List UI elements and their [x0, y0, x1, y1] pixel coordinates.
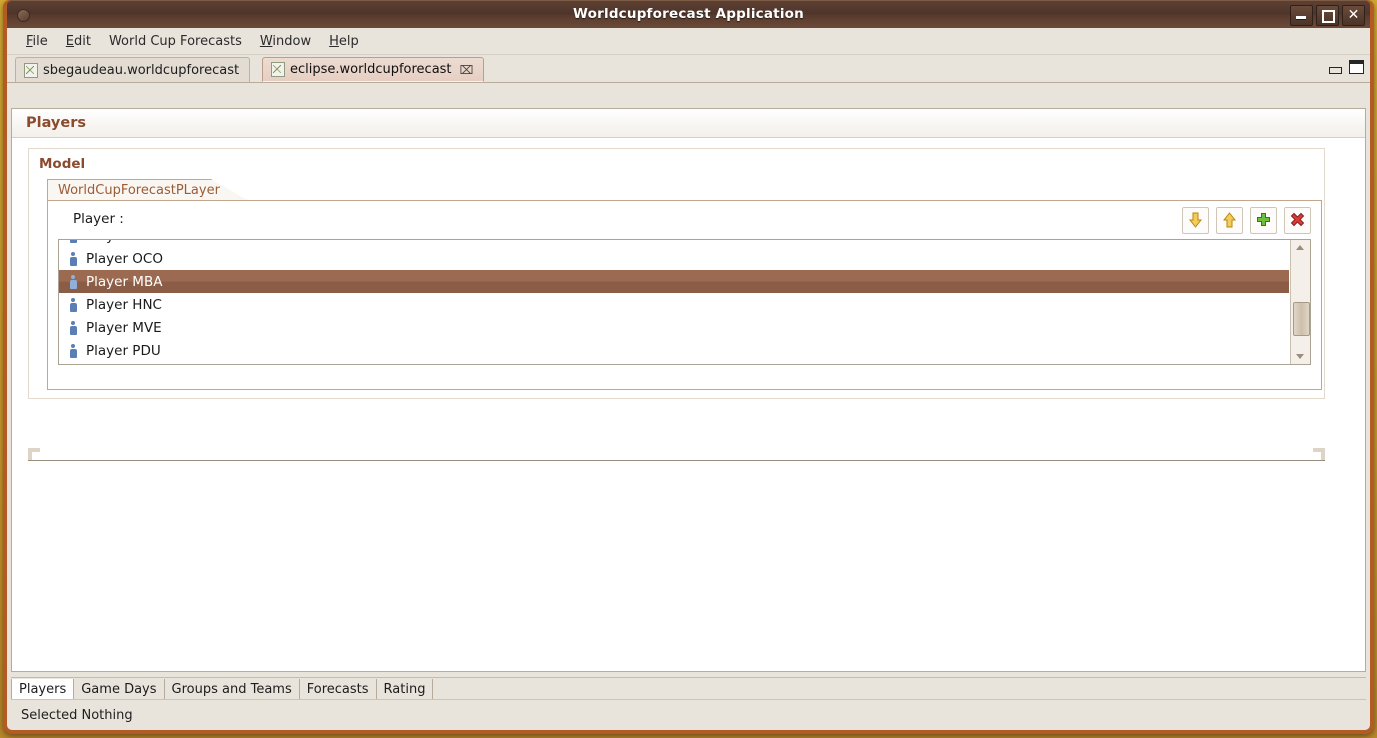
- window-controls: ✕: [1290, 5, 1365, 26]
- tab-game-days[interactable]: Game Days: [74, 679, 165, 700]
- tab-rating[interactable]: Rating: [377, 679, 434, 700]
- maximize-editor-icon[interactable]: [1349, 60, 1364, 74]
- move-down-button[interactable]: [1182, 207, 1209, 234]
- application-window: Worldcupforecast Application ✕ File Edit…: [3, 0, 1374, 734]
- list-item[interactable]: Player OCO: [59, 247, 1289, 270]
- arrow-down-icon: [1188, 212, 1203, 228]
- list-item-label: Player PDU: [86, 342, 161, 359]
- person-icon: [68, 274, 78, 289]
- list-item[interactable]: Player OCO: [59, 240, 1289, 247]
- menu-world-cup-forecasts[interactable]: World Cup Forecasts: [100, 31, 251, 52]
- menu-file[interactable]: File: [17, 31, 57, 52]
- plus-icon: [1257, 213, 1270, 226]
- list-item-label: Player MBA: [86, 273, 163, 290]
- model-section-label: Model: [39, 156, 86, 172]
- player-list-items: Player OCO Player OCO Player MBA: [59, 240, 1289, 364]
- tab-bar-filler: [433, 678, 1366, 700]
- list-item[interactable]: Player HNC: [59, 293, 1289, 316]
- editor-controls: [1329, 60, 1364, 74]
- editor-tab-label: sbegaudeau.worldcupforecast: [43, 62, 240, 78]
- status-bar: Selected Nothing: [11, 699, 1366, 730]
- maximize-icon: [1322, 10, 1335, 23]
- scrollbar-thumb[interactable]: [1293, 302, 1310, 336]
- editor-tab-sbegaudeau[interactable]: sbegaudeau.worldcupforecast: [15, 57, 251, 82]
- menu-help[interactable]: Help: [320, 31, 368, 52]
- minimize-editor-icon[interactable]: [1329, 66, 1342, 74]
- person-icon: [68, 320, 78, 335]
- menu-edit[interactable]: Edit: [57, 31, 100, 52]
- tab-groups-and-teams[interactable]: Groups and Teams: [165, 679, 300, 700]
- list-item-label: Player HNC: [86, 296, 162, 313]
- editor-tab-label: eclipse.worldcupforecast: [290, 62, 452, 77]
- separator-line: [28, 460, 1325, 461]
- section-separator: [28, 448, 1325, 461]
- person-icon: [68, 297, 78, 312]
- editor-tab-bar: sbegaudeau.worldcupforecast eclipse.worl…: [7, 55, 1370, 83]
- bottom-tab-bar: Players Game Days Groups and Teams Forec…: [11, 677, 1366, 700]
- list-item-label: Player MVE: [86, 319, 162, 336]
- scroll-down-icon[interactable]: [1291, 349, 1310, 364]
- scroll-up-icon[interactable]: [1291, 240, 1310, 255]
- list-item-label: Player OCO: [86, 250, 163, 267]
- model-section: Model WorldCupForecastPLayer Player : Pl…: [28, 148, 1325, 399]
- list-item[interactable]: Player MVE: [59, 316, 1289, 339]
- add-button[interactable]: [1250, 207, 1277, 234]
- tab-worldcupforecastplayer[interactable]: WorldCupForecastPLayer: [47, 179, 247, 200]
- delete-button[interactable]: [1284, 207, 1311, 234]
- close-tab-icon[interactable]: ⌧: [460, 64, 474, 76]
- delete-x-icon: [1290, 212, 1305, 227]
- person-icon: [68, 343, 78, 358]
- status-text: Selected Nothing: [21, 707, 133, 723]
- document-icon: [271, 62, 285, 77]
- editor-tab-eclipse[interactable]: eclipse.worldcupforecast ⌧: [262, 57, 485, 82]
- form-page: Players Model WorldCupForecastPLayer Pla…: [11, 108, 1366, 672]
- list-toolbar: [1182, 207, 1311, 234]
- desktop-background: Worldcupforecast Application ✕ File Edit…: [0, 0, 1377, 738]
- document-icon: [24, 62, 38, 78]
- maximize-window-button[interactable]: [1316, 5, 1339, 26]
- menu-window[interactable]: Window: [251, 31, 320, 52]
- person-icon: [68, 251, 78, 266]
- window-titlebar: Worldcupforecast Application ✕: [7, 0, 1370, 28]
- page-title: Players: [26, 115, 87, 131]
- separator-corner-left: [28, 448, 40, 460]
- arrow-up-icon: [1222, 212, 1237, 228]
- close-window-button[interactable]: ✕: [1342, 5, 1365, 26]
- list-item[interactable]: Player PDU: [59, 339, 1289, 362]
- list-item-label: Player OCO: [86, 240, 163, 244]
- form-header: Players: [12, 109, 1365, 138]
- list-item-selected[interactable]: Player MBA: [59, 270, 1289, 293]
- close-icon: ✕: [1347, 7, 1360, 23]
- move-up-button[interactable]: [1216, 207, 1243, 234]
- player-list[interactable]: Player OCO Player OCO Player MBA: [58, 239, 1311, 365]
- separator-corner-right: [1313, 448, 1325, 460]
- list-vertical-scrollbar[interactable]: [1290, 240, 1310, 364]
- tab-forecasts[interactable]: Forecasts: [300, 679, 377, 700]
- minimize-icon: [1296, 16, 1306, 19]
- window-title: Worldcupforecast Application: [573, 6, 804, 22]
- tab-players[interactable]: Players: [11, 679, 75, 700]
- model-tab-folder: WorldCupForecastPLayer Player : Player O…: [47, 179, 1322, 390]
- window-client-area: File Edit World Cup Forecasts Window Hel…: [7, 28, 1370, 730]
- player-field-label: Player :: [73, 211, 124, 227]
- menubar: File Edit World Cup Forecasts Window Hel…: [7, 28, 1370, 55]
- minimize-window-button[interactable]: [1290, 5, 1313, 26]
- person-icon: [68, 240, 78, 243]
- model-tab-body: Player : Player OCO Player MBA Player HN…: [47, 200, 1322, 390]
